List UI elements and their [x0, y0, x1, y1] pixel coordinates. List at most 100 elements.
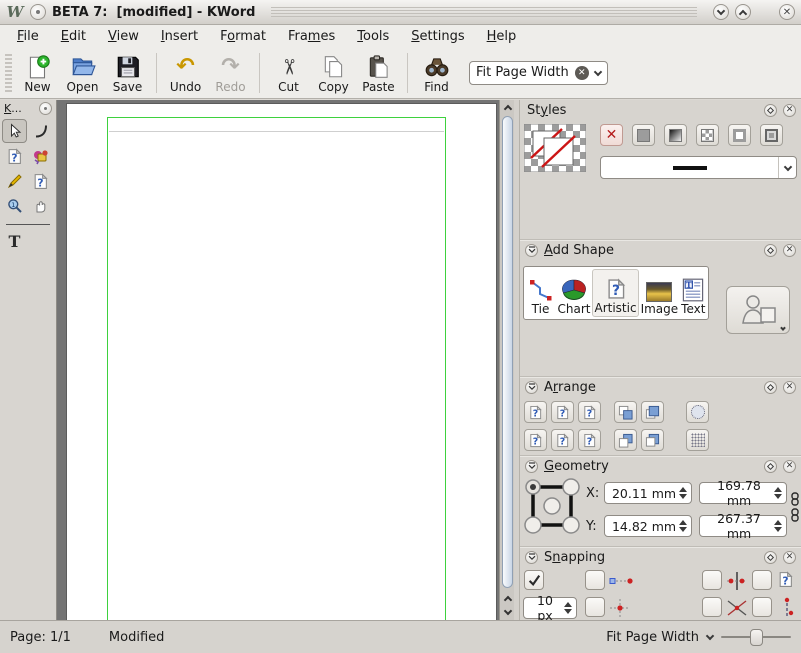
- menu-format[interactable]: Format: [209, 27, 277, 46]
- aspect-ratio-lock-icon-2[interactable]: [790, 508, 800, 522]
- menu-help[interactable]: Help: [476, 27, 528, 46]
- menu-tools[interactable]: Tools: [346, 27, 400, 46]
- menu-frames[interactable]: Frames: [277, 27, 346, 46]
- spin-arrows-icon[interactable]: [677, 487, 691, 499]
- snap-bbox-checkbox[interactable]: [752, 597, 772, 617]
- snap-node-checkbox[interactable]: [585, 570, 605, 590]
- toolbar-handle[interactable]: [5, 54, 12, 92]
- close-button[interactable]: ✕: [779, 4, 795, 20]
- y-position-spinbox[interactable]: 14.82 mm: [604, 515, 692, 537]
- save-button[interactable]: Save: [105, 52, 150, 94]
- pencil-tool[interactable]: [2, 169, 27, 193]
- unknown-tool-1[interactable]: [2, 144, 27, 168]
- undo-button[interactable]: ↶ Undo: [163, 52, 208, 94]
- text-frame-border[interactable]: [107, 117, 446, 620]
- spin-arrows-icon[interactable]: [772, 487, 786, 499]
- select-arrow-tool[interactable]: [2, 119, 27, 143]
- snap-extension-checkbox[interactable]: [585, 597, 605, 617]
- artistic-text-tool[interactable]: [28, 144, 53, 168]
- pattern-fill-button[interactable]: [696, 124, 719, 146]
- menu-view[interactable]: View: [97, 27, 150, 46]
- menu-file[interactable]: File: [6, 27, 50, 46]
- align-bottom-button[interactable]: [578, 429, 601, 451]
- align-middle-button[interactable]: [551, 429, 574, 451]
- add-shape-float-button[interactable]: [764, 244, 777, 257]
- no-fill-button[interactable]: ✕: [600, 124, 623, 146]
- menu-edit[interactable]: Edit: [50, 27, 97, 46]
- raise-shape-button[interactable]: [614, 401, 637, 423]
- cut-button[interactable]: ✂ Cut: [266, 52, 311, 94]
- spin-arrows-icon[interactable]: [772, 520, 786, 532]
- border-style-button-2[interactable]: [760, 124, 783, 146]
- maximize-button[interactable]: [735, 4, 751, 20]
- aspect-ratio-lock-icon[interactable]: [790, 492, 800, 506]
- zoom-combobox[interactable]: Fit Page Width ✕: [469, 61, 608, 85]
- vertical-scrollbar[interactable]: [499, 100, 514, 620]
- open-button[interactable]: Open: [60, 52, 105, 94]
- scroll-up-button[interactable]: [500, 100, 515, 114]
- align-left-button[interactable]: [524, 401, 547, 423]
- unknown-tool-2[interactable]: [28, 169, 53, 193]
- zoom-tool[interactable]: 1: [2, 194, 27, 218]
- align-top-button[interactable]: [524, 429, 547, 451]
- grid-size-spinbox[interactable]: 10 px: [523, 597, 577, 619]
- snap-orthogonal-checkbox[interactable]: [702, 570, 722, 590]
- lower-shape-button[interactable]: [614, 429, 637, 451]
- text-tool[interactable]: T: [2, 229, 27, 253]
- spin-arrows-icon[interactable]: [562, 602, 576, 614]
- shape-item-tie[interactable]: Tie: [526, 269, 556, 317]
- curve-tool[interactable]: [28, 119, 53, 143]
- clear-icon[interactable]: ✕: [575, 66, 589, 80]
- shape-item-text[interactable]: T Text: [680, 269, 706, 317]
- arrange-collapse-button[interactable]: [525, 381, 538, 394]
- border-style-button-1[interactable]: [728, 124, 751, 146]
- sticky-button[interactable]: [30, 4, 46, 20]
- spin-arrows-icon[interactable]: [677, 520, 691, 532]
- styles-float-button[interactable]: [764, 104, 777, 117]
- zoom-slider-handle[interactable]: [750, 629, 763, 646]
- add-shape-collapse-button[interactable]: [525, 244, 538, 257]
- solid-fill-button[interactable]: [632, 124, 655, 146]
- geometry-float-button[interactable]: [764, 460, 777, 473]
- arrange-close-button[interactable]: ✕: [783, 381, 796, 394]
- menu-settings[interactable]: Settings: [400, 27, 475, 46]
- menu-insert[interactable]: Insert: [150, 27, 209, 46]
- paste-button[interactable]: Paste: [356, 52, 401, 94]
- scrollbar-thumb[interactable]: [502, 116, 513, 588]
- snap-extra-checkbox[interactable]: [752, 570, 772, 590]
- arrange-float-button[interactable]: [764, 381, 777, 394]
- tools-docker-float-button[interactable]: [39, 102, 52, 115]
- new-button[interactable]: New: [15, 52, 60, 94]
- width-spinbox[interactable]: 169.78 mm: [699, 482, 787, 504]
- gradient-fill-button[interactable]: [664, 124, 687, 146]
- style-preview[interactable]: [524, 124, 586, 176]
- height-spinbox[interactable]: 267.37 mm: [699, 515, 787, 537]
- snapping-collapse-button[interactable]: [525, 551, 538, 564]
- snap-grid-checkbox[interactable]: [524, 570, 544, 590]
- group-shapes-button[interactable]: [686, 401, 709, 423]
- find-button[interactable]: Find: [414, 52, 459, 94]
- snapping-close-button[interactable]: ✕: [783, 551, 796, 564]
- ungroup-shapes-button[interactable]: [686, 429, 709, 451]
- scroll-up-button-2[interactable]: [500, 591, 515, 605]
- scroll-down-button[interactable]: [500, 605, 515, 619]
- send-to-back-button[interactable]: [641, 429, 664, 451]
- line-style-combobox[interactable]: [600, 156, 797, 179]
- shape-collection-button[interactable]: [726, 286, 790, 334]
- copy-button[interactable]: Copy: [311, 52, 356, 94]
- shape-item-artistic[interactable]: Artistic: [592, 269, 638, 317]
- pan-hand-tool[interactable]: [28, 194, 53, 218]
- anchor-point-selector[interactable]: [524, 478, 580, 538]
- align-center-button[interactable]: [551, 401, 574, 423]
- styles-close-button[interactable]: ✕: [783, 104, 796, 117]
- document-canvas[interactable]: [57, 100, 499, 620]
- shape-item-image[interactable]: Image: [640, 269, 680, 317]
- geometry-close-button[interactable]: ✕: [783, 460, 796, 473]
- document-page[interactable]: [66, 103, 497, 620]
- snap-intersection-checkbox[interactable]: [702, 597, 722, 617]
- redo-button[interactable]: ↷ Redo: [208, 52, 253, 94]
- geometry-collapse-button[interactable]: [525, 460, 538, 473]
- add-shape-close-button[interactable]: ✕: [783, 244, 796, 257]
- snapping-float-button[interactable]: [764, 551, 777, 564]
- bring-to-front-button[interactable]: [641, 401, 664, 423]
